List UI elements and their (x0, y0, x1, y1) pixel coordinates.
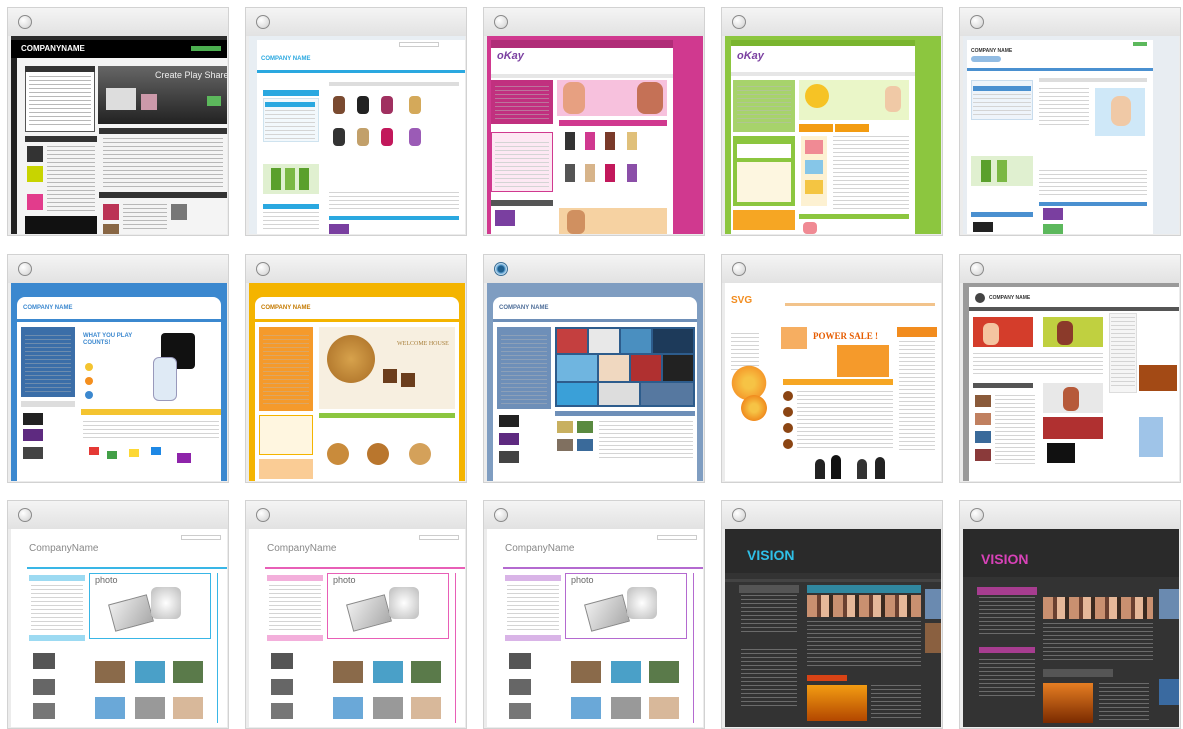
select-radio-9[interactable] (732, 262, 746, 276)
select-radio-3[interactable] (494, 15, 508, 29)
template-card-5[interactable]: COMPANY NAME (959, 7, 1181, 236)
template-preview-5: COMPANY NAME (963, 36, 1179, 234)
template-card-11[interactable]: CompanyName photo (7, 500, 229, 729)
template-preview-10: COMPANY NAME (963, 283, 1179, 481)
template-gallery: COMPANYNAME Create Play Share COMPANY NA… (0, 0, 1183, 729)
select-radio-13[interactable] (494, 508, 508, 522)
template-preview-12: CompanyName photo (249, 529, 465, 727)
template-card-4[interactable]: oKay (721, 7, 943, 236)
template-card-6[interactable]: COMPANY NAME WHAT YOU PLAY COUNTS! (7, 254, 229, 483)
template-card-12[interactable]: CompanyName photo (245, 500, 467, 729)
template-card-10[interactable]: COMPANY NAME (959, 254, 1181, 483)
template-preview-3: oKay (487, 36, 703, 234)
template-card-14[interactable]: VISION (721, 500, 943, 729)
select-radio-7[interactable] (256, 262, 270, 276)
template-preview-8: COMPANY NAME (487, 283, 703, 481)
template-card-8[interactable]: COMPANY NAME (483, 254, 705, 483)
template-preview-15: VISION (963, 529, 1179, 727)
template-preview-11: CompanyName photo (11, 529, 227, 727)
template-preview-9: SVG POWER SALE ! (725, 283, 941, 481)
template-card-1[interactable]: COMPANYNAME Create Play Share (7, 7, 229, 236)
template-preview-1: COMPANYNAME Create Play Share (11, 36, 227, 234)
select-radio-4[interactable] (732, 15, 746, 29)
select-radio-2[interactable] (256, 15, 270, 29)
template-preview-4: oKay (725, 36, 941, 234)
select-radio-6[interactable] (18, 262, 32, 276)
template-card-2[interactable]: COMPANY NAME (245, 7, 467, 236)
template-card-3[interactable]: oKay (483, 7, 705, 236)
select-radio-5[interactable] (970, 15, 984, 29)
select-radio-12[interactable] (256, 508, 270, 522)
select-radio-10[interactable] (970, 262, 984, 276)
select-radio-14[interactable] (732, 508, 746, 522)
select-radio-11[interactable] (18, 508, 32, 522)
template-card-13[interactable]: CompanyName photo (483, 500, 705, 729)
select-radio-8-selected[interactable] (494, 262, 508, 276)
template-card-9[interactable]: SVG POWER SALE ! (721, 254, 943, 483)
template-preview-14: VISION (725, 529, 941, 727)
select-radio-15[interactable] (970, 508, 984, 522)
template-preview-13: CompanyName photo (487, 529, 703, 727)
select-radio-1[interactable] (18, 15, 32, 29)
template-card-15[interactable]: VISION (959, 500, 1181, 729)
template-preview-7: COMPANY NAME WELCOME HOUSE (249, 283, 465, 481)
template-preview-6: COMPANY NAME WHAT YOU PLAY COUNTS! (11, 283, 227, 481)
template-card-7[interactable]: COMPANY NAME WELCOME HOUSE (245, 254, 467, 483)
template-preview-2: COMPANY NAME (249, 36, 465, 234)
